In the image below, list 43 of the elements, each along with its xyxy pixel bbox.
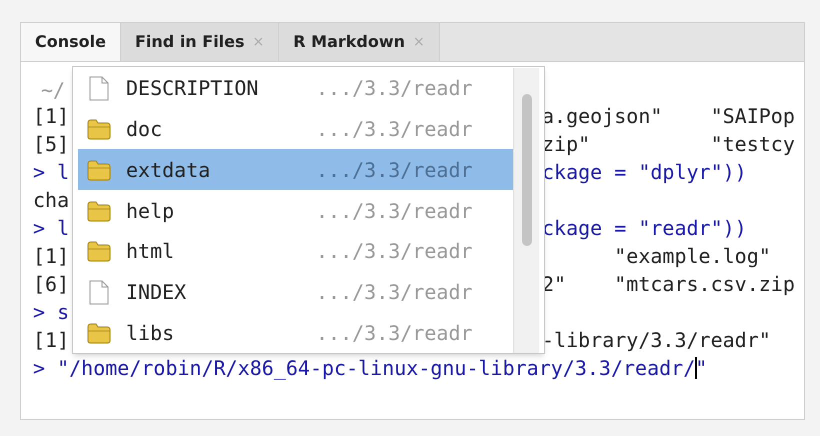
folder-icon [85, 198, 113, 223]
completion-path: .../3.3/readr [316, 116, 473, 144]
completion-path: .../3.3/readr [316, 75, 473, 102]
console-text: [1] [33, 243, 70, 270]
completion-path: .../3.3/readr [316, 278, 473, 306]
completion-name: help [126, 198, 176, 225]
console-text: ckage = "readr")) [542, 215, 747, 242]
completion-name: DESCRIPTION [126, 75, 260, 102]
completion-path: .../3.3/readr [316, 198, 473, 225]
console-text: [6] [33, 271, 70, 298]
tab[interactable]: Console [21, 23, 121, 61]
completion-path: .../3.3/readr [316, 320, 473, 347]
console-text: [5] [33, 131, 70, 158]
console-text: a.geojson" "SAIPop [542, 103, 795, 130]
folder-icon [85, 158, 113, 182]
console-text: > s [33, 299, 70, 326]
tab-label: R Markdown [293, 31, 406, 53]
completion-path: .../3.3/readr [316, 156, 473, 184]
console-path: ~/ [40, 78, 66, 102]
folder-icon [85, 239, 113, 264]
console-text: ckage = "dplyr")) [542, 159, 747, 186]
console-text: [1] [33, 327, 70, 354]
folder-icon [85, 320, 113, 345]
completion-name: extdata [126, 156, 212, 184]
folder-icon [85, 117, 113, 142]
tab[interactable]: R Markdown × [279, 23, 440, 61]
completion-name: html [126, 238, 176, 266]
completion-path: .../3.3/readr [316, 238, 473, 266]
scrollbar-thumb[interactable] [522, 94, 532, 246]
console-text: zip" "testcy [542, 131, 795, 158]
completion-name: INDEX [126, 278, 188, 306]
completion-name: doc [126, 116, 164, 144]
tab[interactable]: Find in Files × [120, 23, 280, 61]
console-text: > l [33, 215, 70, 242]
console-text: -library/3.3/readr" [542, 327, 771, 354]
completion-name: libs [126, 320, 176, 347]
console-text: > l [33, 159, 70, 186]
console-text: [1] [33, 103, 70, 130]
completion-item[interactable]: extdata .../3.3/readr [78, 149, 513, 190]
console-text: "example.log" [613, 243, 771, 270]
console-text: cha [33, 187, 70, 214]
tab-label: Console [35, 31, 106, 53]
tab-label: Find in Files [134, 31, 245, 53]
